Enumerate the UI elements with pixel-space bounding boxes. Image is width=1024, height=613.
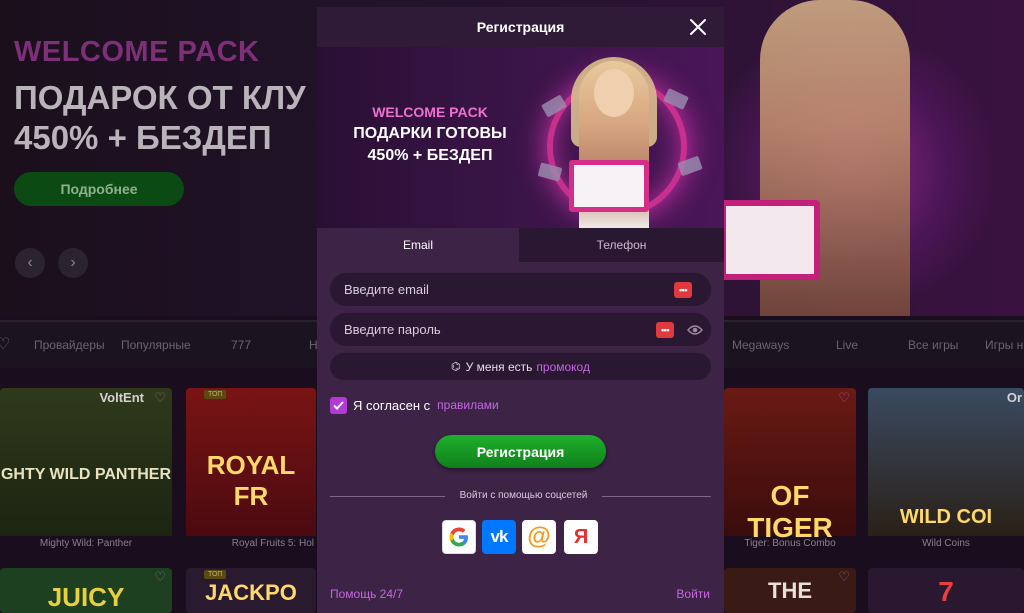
mailru-login-button[interactable]: @ [522, 520, 556, 554]
email-field[interactable] [330, 273, 650, 306]
game-card[interactable]: 7 [868, 568, 1024, 613]
terms-link[interactable]: правилами [437, 398, 499, 412]
top-badge: ТОП [204, 390, 227, 399]
banner-line2: 450% + БЕЗДЕП [367, 147, 493, 164]
hero-kicker: WELCOME PACK [14, 36, 260, 68]
game-card[interactable]: THE ♡ [724, 568, 856, 613]
game-card[interactable]: WILD COI Or Wild Coins [868, 388, 1024, 556]
game-card-title: Wild Coins [922, 538, 970, 549]
close-icon[interactable] [686, 15, 710, 39]
category-777[interactable]: 777 [231, 338, 251, 352]
game-card[interactable]: OF TIGER ♡ Tiger: Bonus Combo [724, 388, 856, 556]
hero-next-button[interactable]: › [58, 248, 88, 278]
terms-text: Я согласен с [353, 397, 431, 413]
game-card[interactable]: GHTY WILD PANTHER VoltEnt ♡ Mighty Wild:… [0, 388, 172, 556]
banner-gift-image [569, 160, 649, 212]
password-manager-icon[interactable]: ••• [674, 282, 692, 298]
auth-tabs: Email Телефон [317, 228, 724, 262]
google-login-button[interactable] [442, 520, 476, 554]
category-live[interactable]: Live [836, 338, 858, 352]
favorite-heart-icon[interactable]: ♡ [838, 569, 850, 585]
provider-label: VoltEnt [99, 390, 144, 405]
category-popular[interactable]: Популярные [121, 338, 191, 352]
banner-model-face [594, 69, 634, 117]
provider-label: Or [1006, 390, 1022, 405]
hero-title: ПОДАРОК ОТ КЛУ 450% + БЕЗДЕП [14, 78, 306, 158]
divider [602, 496, 711, 497]
hero-details-button[interactable]: Подробнее [14, 172, 184, 206]
hero-title-line2: 450% + БЕЗДЕП [14, 119, 272, 156]
banner-line1: ПОДАРКИ ГОТОВЫ [353, 125, 507, 142]
divider [330, 496, 445, 497]
game-card-art: GHTY WILD PANTHER [0, 388, 172, 536]
game-card[interactable]: JUICY ♡ [0, 568, 172, 613]
yandex-login-button[interactable]: Я [564, 520, 598, 554]
welcome-banner: WELCOME PACK ПОДАРКИ ГОТОВЫ 450% + БЕЗДЕ… [317, 47, 724, 228]
top-badge: ТОП [204, 570, 227, 579]
eye-icon[interactable] [687, 323, 703, 335]
vk-login-button[interactable]: vk [482, 520, 516, 554]
register-button[interactable]: Регистрация [435, 435, 606, 468]
google-icon [449, 527, 468, 547]
category-megaways[interactable]: Megaways [732, 338, 789, 352]
promo-link[interactable]: промокод [536, 360, 590, 374]
game-card-title: Mighty Wild: Panther [39, 538, 133, 549]
help-link[interactable]: Помощь 24/7 [330, 587, 403, 601]
game-card-art: OF TIGER [724, 388, 856, 543]
game-card-art: ROYAL FR [186, 388, 316, 536]
category-providers[interactable]: Провайдеры [34, 338, 105, 352]
password-field-wrapper: ••• [330, 313, 711, 346]
modal-title: Регистрация [476, 19, 565, 35]
promo-code-toggle[interactable]: ⌬ У меня есть промокод [330, 353, 711, 380]
game-card-art-title: WILD COI [899, 506, 993, 528]
game-card-art-title: ROYAL FR [206, 450, 296, 511]
game-card-title: Royal Fruits 5: Hol [231, 538, 314, 549]
favorites-heart-icon[interactable]: ♡ [0, 334, 10, 354]
terms-checkbox[interactable] [330, 396, 347, 414]
category-all-games[interactable]: Все игры [908, 338, 958, 352]
tab-email[interactable]: Email [317, 228, 519, 262]
game-card-title: Tiger: Bonus Combo [744, 538, 836, 549]
game-card-art: WILD COI [868, 388, 1024, 536]
mailru-icon: @ [527, 523, 551, 550]
game-card-art-title: GHTY WILD PANTHER [0, 466, 172, 483]
password-field[interactable] [330, 313, 650, 346]
game-card-art-title: OF TIGER [747, 480, 833, 543]
password-manager-icon[interactable]: ••• [656, 322, 674, 338]
hero-gift-image [720, 200, 820, 280]
terms-agreement: Я согласен с правилами [330, 396, 499, 414]
game-card[interactable]: ТОП JACKPO [186, 568, 316, 613]
vk-icon: vk [490, 527, 509, 546]
hero-title-line1: ПОДАРОК ОТ КЛУ [14, 79, 306, 116]
game-card[interactable]: ROYAL FR ТОП Royal Fruits 5: Hol [186, 388, 316, 556]
tag-icon: ⌬ [451, 361, 461, 373]
registration-modal: Регистрация WELCOME PACK ПОДАРКИ ГОТОВЫ … [317, 7, 724, 613]
favorite-heart-icon[interactable]: ♡ [154, 569, 166, 585]
modal-header: Регистрация [317, 7, 724, 47]
promo-text: У меня есть [465, 359, 533, 374]
game-card-art-title: THE [768, 578, 812, 603]
banner-kicker: WELCOME PACK [372, 104, 488, 120]
social-login-label: Войти с помощью соцсетей [459, 490, 588, 501]
favorite-heart-icon[interactable]: ♡ [838, 390, 850, 406]
yandex-icon: Я [573, 525, 589, 548]
email-field-wrapper: ••• [330, 273, 711, 306]
game-card-art-title: JACKPO [205, 580, 297, 605]
category-more[interactable]: Игры н [985, 338, 1023, 352]
tab-phone[interactable]: Телефон [519, 228, 724, 262]
login-link[interactable]: Войти [676, 587, 710, 601]
game-card-art-title: JUICY [47, 582, 125, 612]
hero-prev-button[interactable]: ‹ [15, 248, 45, 278]
favorite-heart-icon[interactable]: ♡ [154, 390, 166, 406]
game-card-art-title: 7 [938, 576, 954, 607]
